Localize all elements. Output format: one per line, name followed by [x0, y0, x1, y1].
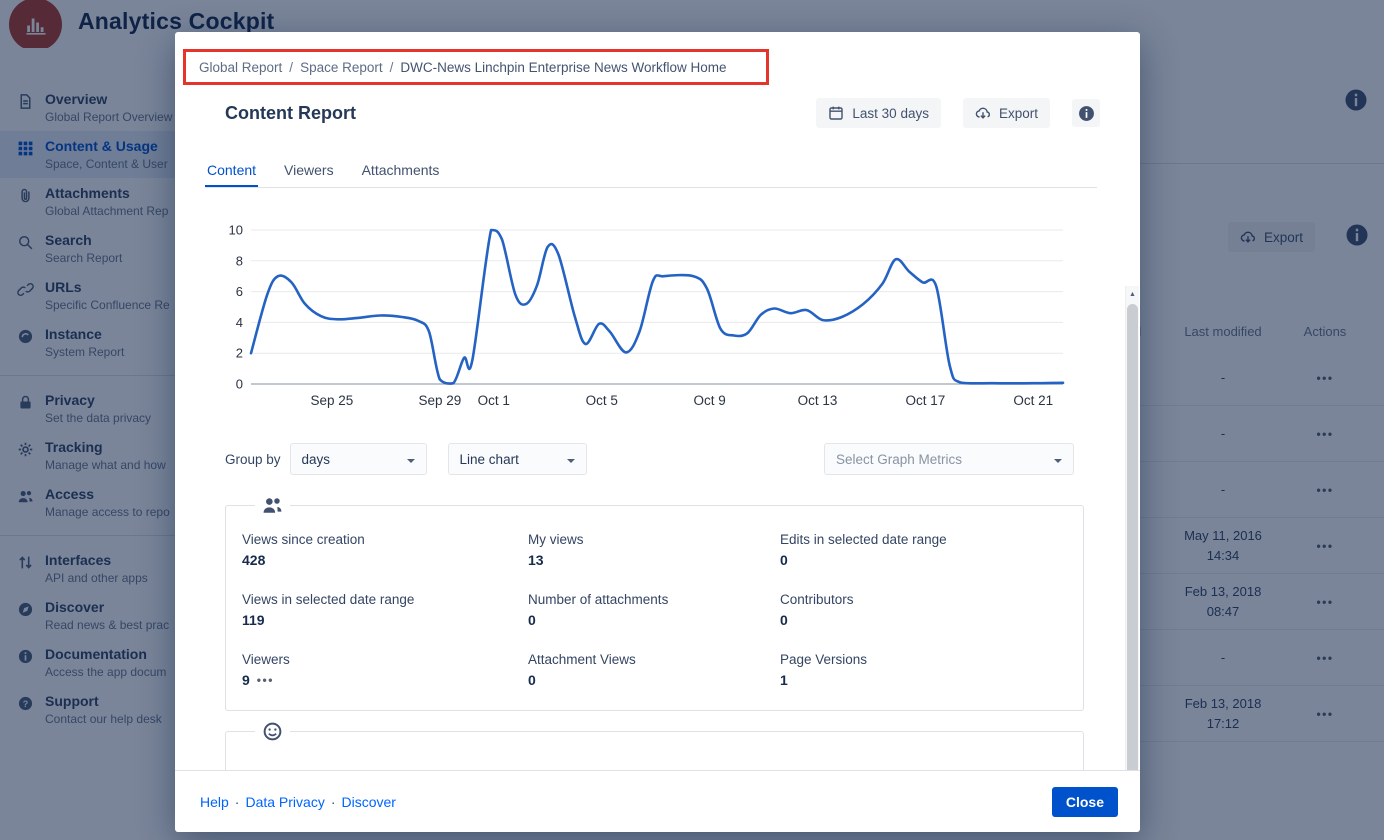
chart-type-select[interactable]: Line chart	[448, 443, 587, 475]
stat-number-of-attachments: Number of attachments 0	[528, 592, 780, 628]
content-report-dialog: Global Report / Space Report / DWC-News Linc…	[175, 32, 1140, 832]
svg-text:2: 2	[236, 346, 243, 361]
scroll-up-arrow[interactable]: ▲	[1126, 287, 1139, 302]
close-button[interactable]: Close	[1052, 787, 1118, 817]
breadcrumb-separator: /	[289, 60, 293, 75]
views-line-chart: 0 2 4 6 8 10 Sep 25 Sep 29 Oct 1 Oct 5 Oct 9 Oct 13…	[225, 204, 1140, 429]
app-root: Analytics Cockpit OverviewGlobal Report …	[0, 0, 1384, 840]
chart-controls: Group by days Line chart Select Graph Me…	[225, 443, 1084, 475]
chevron-down-icon	[567, 459, 575, 467]
tab-viewers[interactable]: Viewers	[282, 158, 336, 187]
tab-content[interactable]: Content	[205, 158, 258, 187]
sentiment-card-partial	[225, 731, 1084, 770]
stat-views-since-creation: Views since creation 428	[242, 532, 528, 568]
help-link[interactable]: Help	[200, 794, 229, 810]
stat-views-in-range: Views in selected date range 119	[242, 592, 528, 628]
breadcrumb-current-page: DWC-News Linchpin Enterprise News Workfl…	[400, 60, 726, 75]
dialog-title: Content Report	[225, 103, 816, 124]
chart-type-value: Line chart	[460, 452, 519, 467]
svg-text:6: 6	[236, 284, 243, 299]
date-range-label: Last 30 days	[852, 106, 929, 121]
svg-text:10: 10	[229, 223, 243, 238]
smiley-icon	[255, 721, 290, 742]
viewers-more-button[interactable]: •••	[257, 673, 274, 687]
data-privacy-link[interactable]: Data Privacy	[245, 794, 324, 810]
dialog-scroll-area: Content Viewers Attachments 0 2 4 6 8 10 Sep 2…	[175, 156, 1140, 770]
group-by-select[interactable]: days	[290, 443, 427, 475]
chevron-down-icon	[1054, 459, 1062, 467]
breadcrumb: Global Report / Space Report / DWC-News Linc…	[199, 60, 726, 75]
svg-text:0: 0	[236, 377, 243, 392]
breadcrumb-zone: Global Report / Space Report / DWC-News Linc…	[175, 32, 1140, 90]
stat-viewers: Viewers 9 •••	[242, 652, 528, 688]
svg-text:Oct 5: Oct 5	[586, 393, 618, 408]
date-range-button[interactable]: Last 30 days	[816, 98, 941, 128]
breadcrumb-separator: /	[390, 60, 394, 75]
svg-text:8: 8	[236, 253, 243, 268]
svg-text:4: 4	[236, 315, 243, 330]
info-icon	[1078, 105, 1095, 122]
stat-contributors: Contributors 0	[780, 592, 1067, 628]
calendar-icon	[828, 105, 844, 121]
breadcrumb-global-report[interactable]: Global Report	[199, 60, 282, 75]
svg-text:Oct 21: Oct 21	[1013, 393, 1053, 408]
group-by-label: Group by	[225, 452, 281, 467]
svg-text:Oct 13: Oct 13	[798, 393, 838, 408]
svg-text:Sep 29: Sep 29	[418, 393, 461, 408]
dialog-footer: Help·Data Privacy·Discover Close	[175, 770, 1140, 832]
stat-page-versions: Page Versions 1	[780, 652, 1067, 688]
people-group-icon	[255, 495, 290, 516]
view-statistics-card: Views since creation 428 My views 13 Edi…	[225, 505, 1084, 711]
svg-text:Oct 9: Oct 9	[693, 393, 725, 408]
info-button[interactable]	[1072, 99, 1100, 127]
group-by-value: days	[302, 452, 331, 467]
footer-links: Help·Data Privacy·Discover	[200, 794, 1052, 810]
cloud-download-icon	[975, 105, 991, 121]
export-button[interactable]: Export	[963, 98, 1050, 128]
tab-attachments[interactable]: Attachments	[360, 158, 442, 187]
line-chart-svg: 0 2 4 6 8 10 Sep 25 Sep 29 Oct 1 Oct 5 Oct 9 Oct 13…	[225, 204, 1065, 424]
svg-text:Oct 17: Oct 17	[906, 393, 946, 408]
scrollbar-thumb[interactable]	[1127, 304, 1138, 770]
stat-edits-in-range: Edits in selected date range 0	[780, 532, 1067, 568]
stat-attachment-views: Attachment Views 0	[528, 652, 780, 688]
discover-link[interactable]: Discover	[342, 794, 396, 810]
breadcrumb-space-report[interactable]: Space Report	[300, 60, 383, 75]
dialog-scrollbar[interactable]: ▲ ▼	[1125, 286, 1139, 770]
chevron-down-icon	[407, 459, 415, 467]
graph-metrics-placeholder: Select Graph Metrics	[836, 452, 962, 467]
graph-metrics-select[interactable]: Select Graph Metrics	[824, 443, 1074, 475]
report-tabs: Content Viewers Attachments	[205, 158, 1097, 188]
stat-my-views: My views 13	[528, 532, 780, 568]
svg-text:Oct 1: Oct 1	[478, 393, 510, 408]
annotation-highlight-box: Global Report / Space Report / DWC-News Linc…	[183, 49, 769, 85]
export-button-label: Export	[999, 106, 1038, 121]
dialog-header: Content Report Last 30 days Export	[175, 90, 1140, 156]
svg-text:Sep 25: Sep 25	[311, 393, 354, 408]
